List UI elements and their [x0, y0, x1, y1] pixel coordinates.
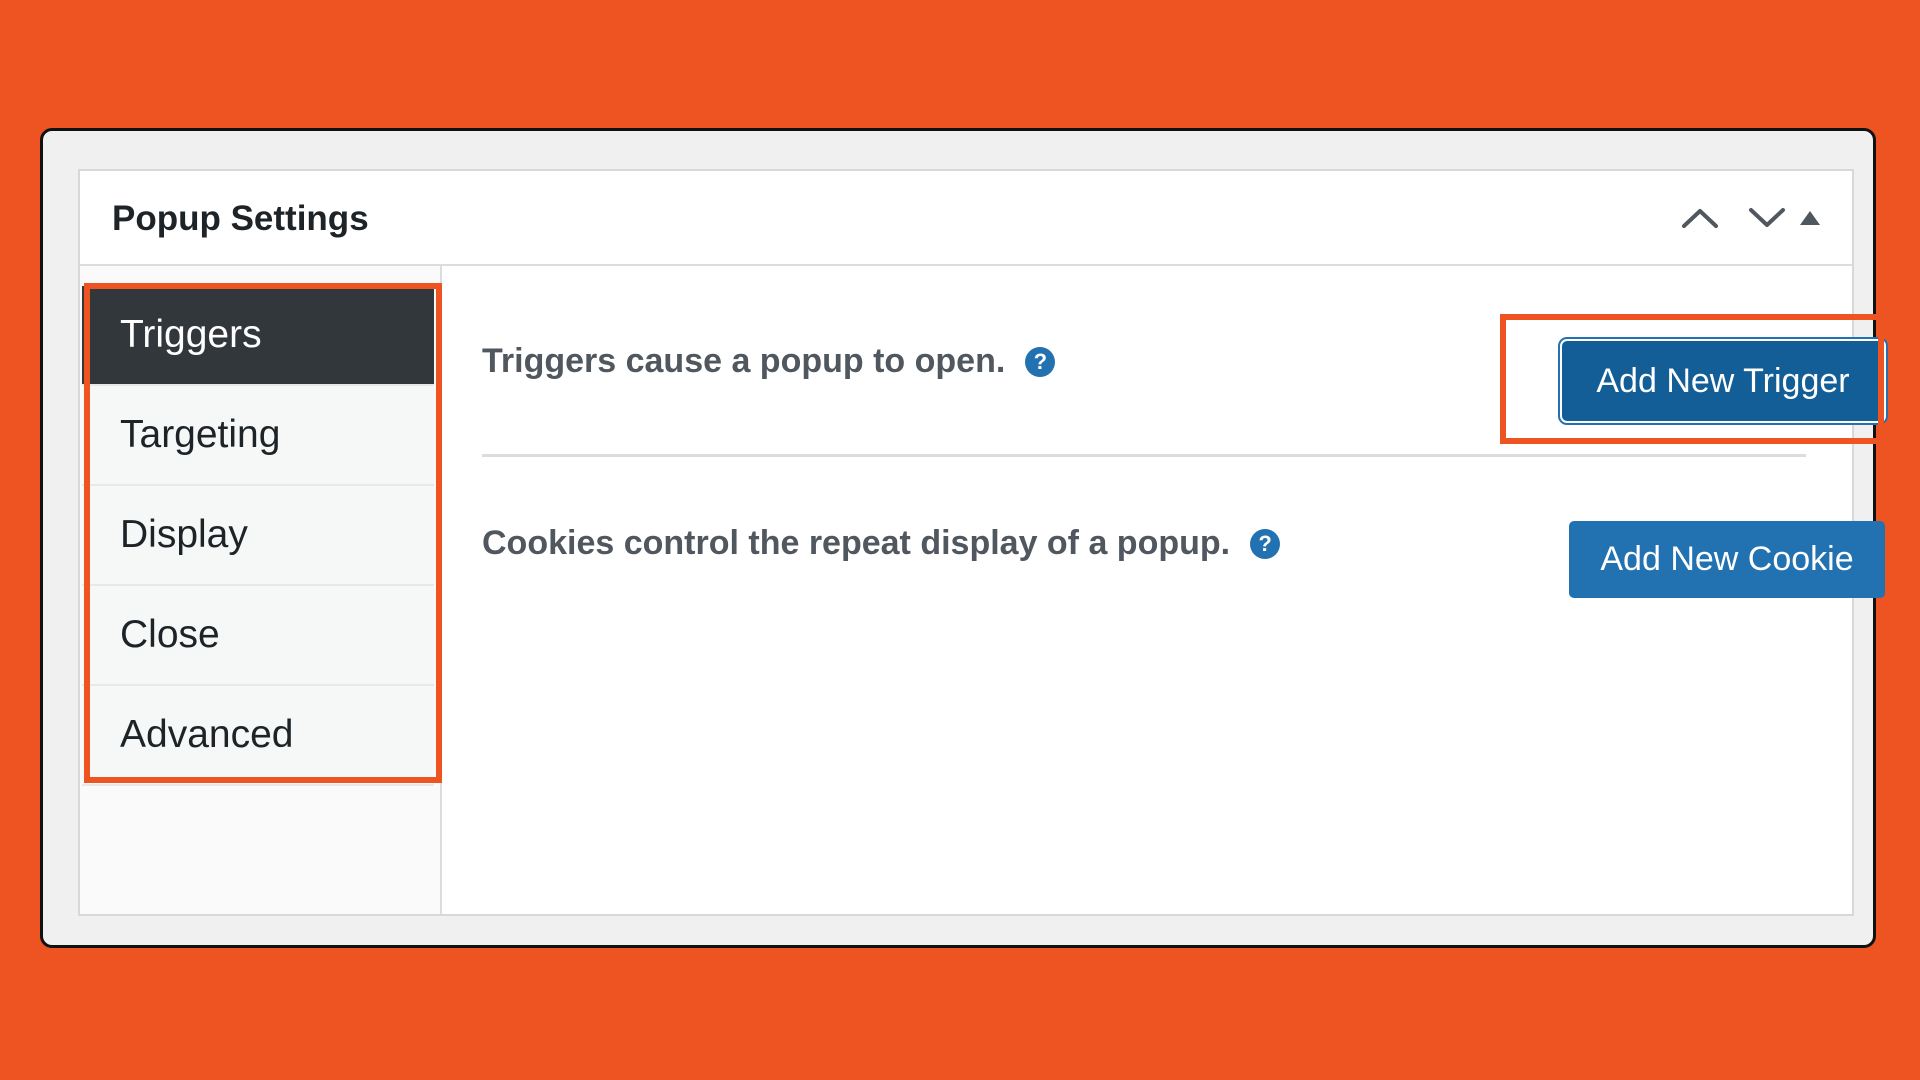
tab-triggers[interactable]: Triggers [82, 286, 434, 386]
add-new-cookie-button[interactable]: Add New Cookie [1569, 521, 1885, 598]
tab-advanced[interactable]: Advanced [82, 686, 434, 786]
section-divider [482, 454, 1806, 457]
screenshot-frame: Popup Settings Triggers Targeting Displa… [40, 128, 1885, 948]
tab-close[interactable]: Close [82, 586, 434, 686]
settings-sidebar: Triggers Targeting Display Close Advance… [80, 266, 442, 914]
chevron-up-icon [1682, 209, 1718, 228]
panel-title: Popup Settings [112, 199, 369, 238]
add-new-trigger-button[interactable]: Add New Trigger [1562, 341, 1884, 421]
triggers-description-row: Triggers cause a popup to open. ? [482, 342, 1056, 381]
cookies-description-row: Cookies control the repeat display of a … [482, 524, 1281, 563]
panel-header: Popup Settings [80, 171, 1852, 266]
cookies-help-icon[interactable]: ? [1250, 528, 1281, 559]
popup-settings-panel: Popup Settings Triggers Targeting Displa… [78, 169, 1885, 916]
move-up-button[interactable] [1673, 191, 1727, 245]
cookies-description: Cookies control the repeat display of a … [482, 524, 1231, 562]
triggers-description: Triggers cause a popup to open. [482, 342, 1006, 380]
tab-targeting[interactable]: Targeting [82, 386, 434, 486]
tab-display[interactable]: Display [82, 486, 434, 586]
settings-content: Triggers cause a popup to open. ? Add Ne… [442, 266, 1885, 914]
triangle-up-icon [1800, 211, 1820, 225]
chevron-down-icon [1749, 208, 1785, 227]
triggers-help-icon[interactable]: ? [1025, 346, 1056, 377]
toggle-panel-button[interactable] [1783, 191, 1837, 245]
settings-tabs: Triggers Targeting Display Close Advance… [82, 286, 434, 786]
